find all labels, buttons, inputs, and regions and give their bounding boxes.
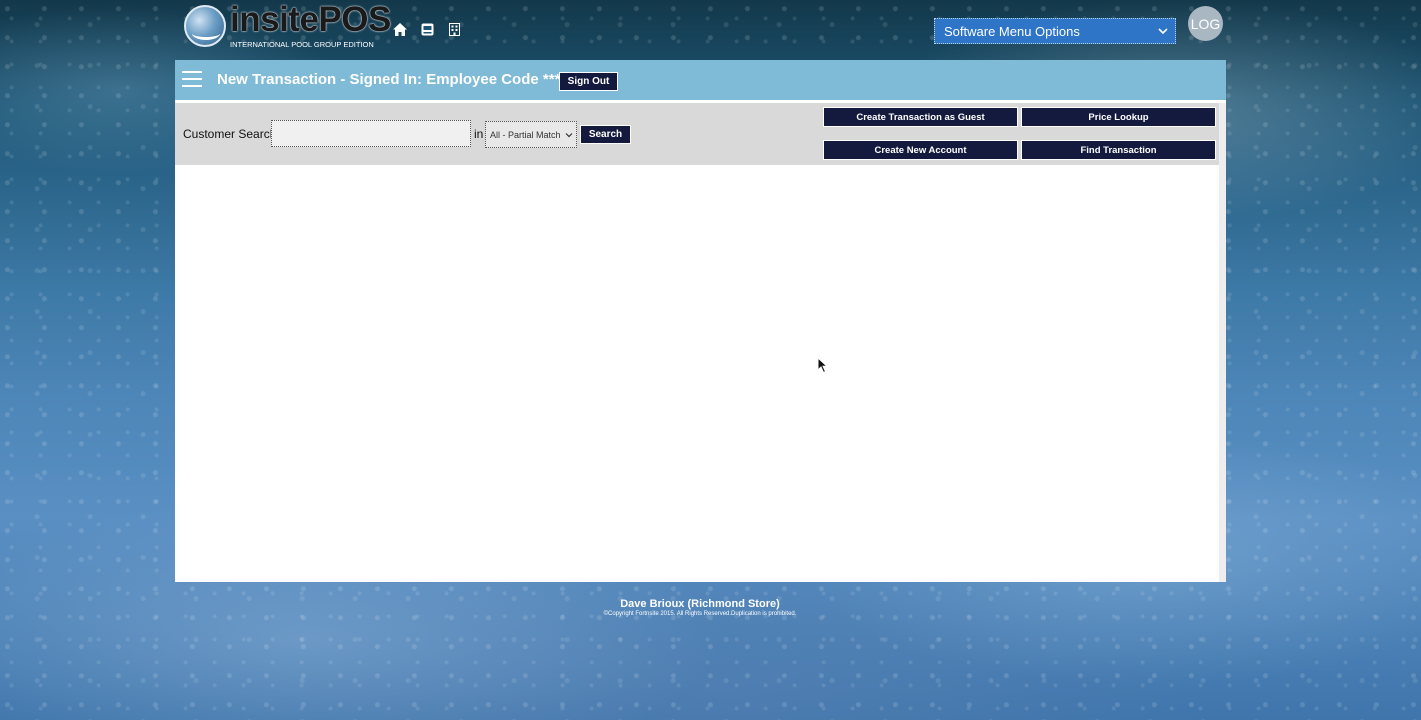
software-menu-select[interactable]: Software Menu Options <box>934 18 1176 44</box>
customer-search-bar: Customer Search in All - Partial Match S… <box>175 103 1219 165</box>
match-type-select[interactable]: All - Partial Match <box>485 121 577 148</box>
footer-copyright: ©Copyright Fortnsite 2015. All Rights Re… <box>603 611 797 617</box>
page-title: New Transaction - Signed In: Employee Co… <box>217 71 567 88</box>
building-icon[interactable] <box>445 20 463 38</box>
in-label: in <box>474 127 484 141</box>
price-lookup-button[interactable]: Price Lookup <box>1021 107 1216 127</box>
create-transaction-guest-button[interactable]: Create Transaction as Guest <box>823 107 1018 127</box>
logo-subtitle: INTERNATIONAL POOL GROUP EDITION <box>230 40 374 49</box>
register-icon[interactable] <box>418 20 436 38</box>
chevron-down-icon <box>565 133 573 138</box>
main-panel: New Transaction - Signed In: Employee Co… <box>175 60 1226 582</box>
customer-search-input[interactable] <box>271 120 471 147</box>
panel-header: New Transaction - Signed In: Employee Co… <box>175 60 1226 100</box>
logo-wave-icon <box>184 5 226 47</box>
insitepos-logo[interactable]: insitePOS INTERNATIONAL POOL GROUP EDITI… <box>184 0 391 50</box>
home-icon[interactable] <box>391 20 409 38</box>
log-button[interactable]: LOG <box>1188 6 1223 41</box>
vertical-scrollbar[interactable] <box>1219 103 1226 582</box>
mouse-cursor-icon <box>817 357 829 374</box>
software-menu-label: Software Menu Options <box>944 23 1080 39</box>
logo-wordmark: insitePOS <box>230 0 391 39</box>
search-button[interactable]: Search <box>580 125 631 144</box>
match-type-value: All - Partial Match <box>490 129 561 140</box>
find-transaction-button[interactable]: Find Transaction <box>1021 140 1216 160</box>
chevron-down-icon <box>1158 28 1168 35</box>
hamburger-menu-icon[interactable] <box>182 71 202 88</box>
customer-search-label: Customer Search <box>183 127 277 141</box>
footer-user-store: Dave Brioux (Richmond Store) <box>620 598 780 610</box>
create-new-account-button[interactable]: Create New Account <box>823 140 1018 160</box>
sign-out-button[interactable]: Sign Out <box>559 72 618 91</box>
